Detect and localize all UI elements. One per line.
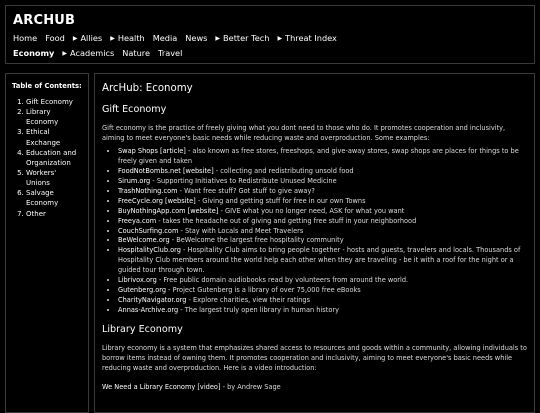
nav-item-food[interactable]: Food <box>45 33 65 43</box>
resource-link[interactable]: BeWelcome.org <box>118 236 170 244</box>
nav-item-economy[interactable]: Economy <box>13 48 54 58</box>
resource-link[interactable]: Annas-Archive.org <box>118 306 178 314</box>
resource-link[interactable]: Gutenberg.org <box>118 286 166 294</box>
list-item: BeWelcome.org - BeWelcome the largest fr… <box>118 236 527 246</box>
resource-description: - collecting and redistributing unsold f… <box>213 167 354 176</box>
resource-link[interactable]: TrashNothing.com <box>118 187 178 195</box>
nav-item-label: Allies <box>80 33 103 43</box>
list-item: BuyNothingApp.com [website] - GIVE what … <box>118 207 527 217</box>
list-item: CharityNavigator.org - Explore charities… <box>118 296 527 306</box>
resource-link[interactable]: FoodNotBombs.net [website] <box>118 167 214 175</box>
nav-item-allies[interactable]: ▶ Allies <box>73 33 102 43</box>
nav-item-threat-index[interactable]: ▶ Threat Index <box>277 33 336 43</box>
nav-item-home[interactable]: Home <box>13 33 37 43</box>
triangle-right-icon: ▶ <box>72 34 78 42</box>
nav-item-media[interactable]: Media <box>153 33 178 43</box>
resource-link[interactable]: Sirum.org <box>118 177 150 185</box>
resource-link[interactable]: BuyNothingApp.com [website] <box>118 207 218 215</box>
nav-item-label: Better Tech <box>223 33 270 43</box>
video-intro: We Need a Library Economy [video] - by A… <box>102 383 527 391</box>
video-author: - by Andrew Sage <box>220 383 281 392</box>
toc-item[interactable]: Salvage Economy <box>26 188 82 208</box>
toc-title: Table of Contents: <box>12 82 82 90</box>
nav-item-label: Threat Index <box>285 33 337 43</box>
resource-description: - Giving and getting stuff for free in o… <box>195 196 366 205</box>
main-nav: Home Food ▶ Allies ▶ Health Media News ▶ Better T… <box>13 33 337 43</box>
toc-item[interactable]: Other <box>26 209 82 219</box>
resource-description: - Supporting Initiatives to Redistribute… <box>150 177 337 186</box>
toc-item[interactable]: Workers' Unions <box>26 168 82 188</box>
resource-link[interactable]: CouchSurfing.com <box>118 227 178 235</box>
nav-item-label: Health <box>117 33 145 43</box>
resource-description: - Free public domain audiobooks read by … <box>156 276 409 285</box>
nav-item-news[interactable]: News <box>185 33 207 43</box>
resource-description: - Stay with Locals and Meet Travelers <box>178 226 304 235</box>
nav-item-travel[interactable]: Travel <box>158 48 182 58</box>
list-item: Freeya.com - takes the headache out of g… <box>118 217 527 227</box>
nav-item-label: Nature <box>122 48 151 58</box>
toc-item[interactable]: Education and Organization <box>26 148 82 168</box>
page-title: ArcHub: Economy <box>102 83 193 94</box>
list-item: HospitalityClub.org - Hospitality Club a… <box>118 246 527 276</box>
site-title[interactable]: ARCHUB <box>13 13 75 28</box>
site-header: ARCHUB Home Food ▶ Allies ▶ Health Media News ▶ B… <box>5 5 535 64</box>
resource-description: - Project Gutenberg is a library of over… <box>166 285 361 294</box>
gift-economy-intro: Gift economy is the practice of freely g… <box>102 124 506 143</box>
video-link[interactable]: We Need a Library Economy [video] <box>102 383 221 391</box>
library-economy-heading: Library Economy <box>102 323 183 335</box>
table-of-contents: Table of Contents: Gift EconomyLibrary E… <box>5 73 89 413</box>
list-item: TrashNothing.com - Want free stuff? Got … <box>118 187 527 197</box>
nav-item-label: News <box>185 33 208 43</box>
nav-item-label: Economy <box>13 48 55 58</box>
resource-link[interactable]: FreeCycle.org [website] <box>118 197 196 205</box>
resource-description: - Explore charities, view their ratings <box>186 295 311 304</box>
resource-description: - GIVE what you no longer need, ASK for … <box>218 206 405 215</box>
list-item: Sirum.org - Supporting Initiatives to Re… <box>118 177 527 187</box>
nav-item-health[interactable]: ▶ Health <box>110 33 145 43</box>
toc-item[interactable]: Library Economy <box>26 107 82 127</box>
list-item: CouchSurfing.com - Stay with Locals and … <box>118 227 527 237</box>
list-item: FreeCycle.org [website] - Giving and get… <box>118 197 527 207</box>
nav-item-academics[interactable]: ▶ Academics <box>62 48 114 58</box>
resource-link[interactable]: CharityNavigator.org <box>118 296 186 304</box>
resource-description: - BeWelcome the largest free hospitality… <box>169 236 344 245</box>
triangle-right-icon: ▶ <box>62 49 68 57</box>
toc-item[interactable]: Ethical Exchange <box>26 127 82 147</box>
list-item: Annas-Archive.org - The largest truly op… <box>118 306 527 316</box>
sub-nav: Economy ▶ Academics Nature Travel <box>13 48 182 58</box>
list-item: Gutenberg.org - Project Gutenberg is a l… <box>118 286 527 296</box>
nav-item-label: Home <box>13 33 38 43</box>
nav-item-better-tech[interactable]: ▶ Better Tech <box>215 33 269 43</box>
triangle-right-icon: ▶ <box>277 34 283 42</box>
triangle-right-icon: ▶ <box>215 34 221 42</box>
list-item: FoodNotBombs.net [website] - collecting … <box>118 167 527 177</box>
resource-link[interactable]: Swap Shops [article] <box>118 147 186 155</box>
toc-item[interactable]: Gift Economy <box>26 97 82 107</box>
resource-link[interactable]: HospitalityClub.org <box>118 246 181 254</box>
triangle-right-icon: ▶ <box>110 34 115 42</box>
list-item: Swap Shops [article] - also known as fre… <box>118 147 527 167</box>
nav-item-label: Travel <box>158 48 183 58</box>
gift-economy-list: Swap Shops [article] - also known as fre… <box>102 147 527 315</box>
nav-item-label: Food <box>45 33 65 43</box>
library-economy-intro: Library economy is a system that emphasi… <box>102 343 527 373</box>
resource-description: - Want free stuff? Got stuff to give awa… <box>177 187 315 195</box>
resource-description: - takes the headache out of giving and g… <box>156 216 417 225</box>
gift-economy-heading: Gift Economy <box>102 104 167 115</box>
list-item: Librivox.org - Free public domain audiob… <box>118 276 527 286</box>
resource-link[interactable]: Librivox.org <box>118 276 157 284</box>
resource-description: - The largest truly open library in huma… <box>178 305 339 314</box>
nav-item-label: Media <box>152 33 178 43</box>
nav-item-label: Academics <box>70 48 115 58</box>
main-content: ArcHub: Economy Gift Economy Gift econom… <box>94 73 535 413</box>
toc-list: Gift EconomyLibrary EconomyEthical Excha… <box>12 97 82 219</box>
resource-link[interactable]: Freeya.com <box>118 217 156 225</box>
nav-item-nature[interactable]: Nature <box>122 48 150 58</box>
